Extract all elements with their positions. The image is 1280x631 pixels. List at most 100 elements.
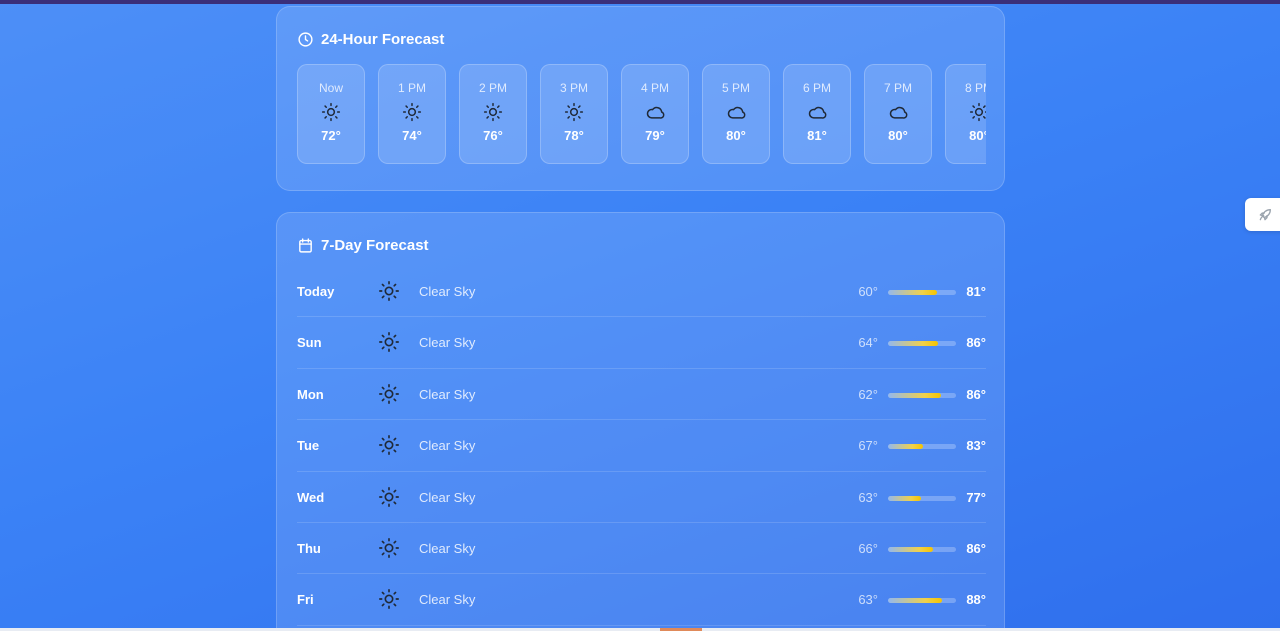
hourly-temp: 80° [726,128,746,143]
daily-condition: Clear Sky [419,540,476,556]
hourly-item[interactable]: 3 PM 78° [540,64,608,164]
daily-temp-range-bar [888,444,956,450]
hourly-time: 1 PM [397,81,426,95]
hourly-list: Now 72° 1 PM 74° 2 PM 76° 3 PM 78° 4 PM 79° 5 PM 80… [297,64,986,164]
hourly-time: 8 PM [964,81,986,95]
hourly-item[interactable]: Now 72° [297,64,365,164]
sun-icon [483,102,503,122]
daily-condition: Clear Sky [419,335,476,351]
cloud-icon [645,102,665,122]
daily-temp-range-fill [888,546,933,552]
daily-high-temp: 77° [966,489,986,505]
sun-icon [378,486,400,508]
daily-list: Today Clear Sky 60° 81° Sun Clear Sky 64° 86° Mo… [297,266,986,626]
hourly-temp: 79° [645,128,665,143]
daily-high-temp: 81° [966,284,986,299]
hourly-item[interactable]: 2 PM 76° [459,64,527,164]
sun-icon [378,588,400,610]
cloud-icon [726,102,746,122]
daily-high-temp: 83° [966,438,986,454]
daily-condition: Clear Sky [419,284,476,299]
sun-icon [969,102,986,122]
hourly-time: 6 PM [802,81,831,95]
hourly-time: 5 PM [721,81,750,95]
hourly-temp: 80° [969,128,986,143]
daily-low-temp: 62° [858,386,878,402]
sun-icon [402,102,422,122]
daily-day: Sun [297,335,322,351]
top-accent-bar [0,0,1280,4]
daily-temp-range-bar [888,341,956,347]
daily-low-temp: 66° [858,540,878,556]
hourly-time: 7 PM [883,81,912,95]
hourly-time: 2 PM [478,81,507,95]
hourly-item[interactable]: 8 PM 80° [945,64,986,164]
daily-row[interactable]: Wed Clear Sky 63° 77° [297,472,986,523]
daily-condition: Clear Sky [419,386,476,402]
hourly-temp: 76° [483,128,503,143]
hourly-item[interactable]: 6 PM 81° [783,64,851,164]
hourly-temp: 80° [888,128,908,143]
daily-temp-range-bar [888,495,956,501]
daily-high-temp: 88° [966,592,986,608]
daily-temp-range-fill [888,598,943,604]
daily-day: Mon [297,386,324,402]
daily-high-temp: 86° [966,386,986,402]
daily-forecast-title: 7-Day Forecast [321,237,429,254]
hourly-temp: 78° [564,128,584,143]
daily-temp-range-fill [888,495,922,501]
daily-day: Fri [297,592,314,608]
daily-low-temp: 60° [858,284,878,299]
daily-forecast-header: 7-Day Forecast [297,237,429,254]
hourly-temp: 72° [321,128,341,143]
daily-temp-range-bar [888,546,956,552]
sun-icon [378,537,400,559]
hourly-item[interactable]: 5 PM 80° [702,64,770,164]
daily-day: Today [297,284,335,299]
sun-icon [378,383,400,405]
calendar-icon [299,238,312,253]
daily-row[interactable]: Today Clear Sky 60° 81° [297,266,986,318]
hourly-time: Now [318,81,343,95]
daily-day: Wed [297,489,325,505]
daily-low-temp: 67° [858,438,878,454]
clock-icon [298,32,313,47]
cloud-icon [888,102,908,122]
daily-temp-range-fill [888,392,942,398]
rocket-icon [1259,208,1271,220]
sun-icon [378,434,400,456]
sun-icon [564,102,584,122]
hourly-item[interactable]: 7 PM 80° [864,64,932,164]
cloud-icon [807,102,827,122]
hourly-forecast-card: 24-Hour Forecast Now 72° 1 PM 74° 2 PM 76° 3 P… [276,6,1005,191]
daily-row[interactable]: Tue Clear Sky 67° 83° [297,420,986,472]
daily-high-temp: 86° [966,540,986,556]
hourly-item[interactable]: 4 PM 79° [621,64,689,164]
side-launch-button[interactable] [1245,198,1280,231]
daily-condition: Clear Sky [419,438,476,454]
hourly-scroll-area[interactable]: Now 72° 1 PM 74° 2 PM 76° 3 PM 78° 4 PM 79° 5 PM 80… [297,64,986,166]
daily-temp-range-bar [888,392,956,398]
daily-temp-range-fill [888,341,938,347]
daily-condition: Clear Sky [419,592,476,608]
daily-temp-range-bar [888,290,956,295]
sun-icon [321,102,341,122]
daily-row[interactable]: Fri Clear Sky 63° 88° [297,574,986,626]
daily-row[interactable]: Thu Clear Sky 66° 86° [297,523,986,575]
daily-low-temp: 64° [858,335,878,351]
daily-day: Tue [297,438,320,454]
hourly-forecast-title: 24-Hour Forecast [321,31,445,48]
daily-high-temp: 86° [966,335,986,351]
hourly-temp: 74° [402,128,422,143]
daily-temp-range-fill [888,444,924,450]
daily-row[interactable]: Sun Clear Sky 64° 86° [297,317,986,369]
hourly-item[interactable]: 1 PM 74° [378,64,446,164]
hourly-temp: 81° [807,128,827,143]
daily-day: Thu [297,540,321,556]
hourly-time: 4 PM [640,81,669,95]
hourly-forecast-header: 24-Hour Forecast [297,31,444,48]
sun-icon [378,280,400,302]
daily-low-temp: 63° [858,592,878,608]
hourly-time: 3 PM [559,81,588,95]
daily-row[interactable]: Mon Clear Sky 62° 86° [297,369,986,421]
